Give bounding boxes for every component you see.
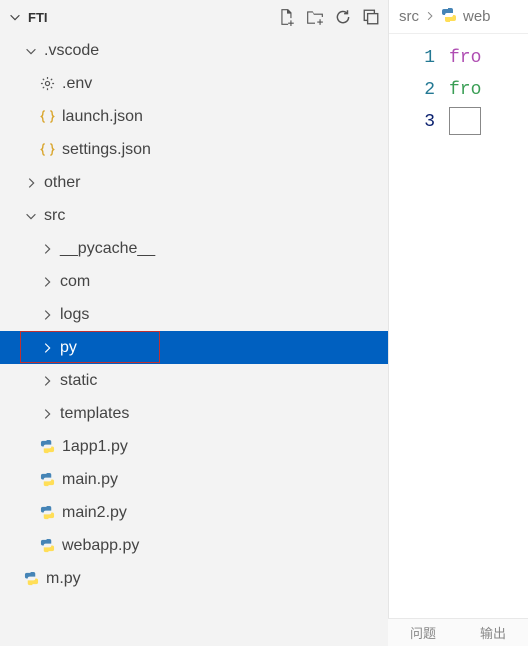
tree-item-label: __pycache__ bbox=[60, 240, 155, 258]
tree-item-label: static bbox=[60, 372, 97, 390]
explorer-sidebar: FTI .vscode .env launch.json settings.json o… bbox=[0, 0, 388, 646]
breadcrumb-seg[interactable]: src bbox=[399, 8, 419, 25]
panel-tab-problems[interactable]: 问题 bbox=[410, 623, 436, 642]
chevron-right-icon bbox=[425, 8, 435, 25]
py-icon bbox=[38, 504, 56, 522]
explorer-title: FTI bbox=[28, 10, 48, 25]
new-folder-icon[interactable] bbox=[306, 8, 324, 26]
tree-item-label: py bbox=[60, 339, 77, 357]
collapse-all-icon[interactable] bbox=[362, 8, 380, 26]
breadcrumb[interactable]: src web bbox=[389, 0, 528, 34]
tree-file[interactable]: m.py bbox=[0, 562, 388, 595]
tree-item-label: main.py bbox=[62, 471, 118, 489]
tree-folder[interactable]: .vscode bbox=[0, 34, 388, 67]
code-area[interactable]: 123 frofro bbox=[389, 34, 528, 138]
tree-item-label: 1app1.py bbox=[62, 438, 128, 456]
tree-item-label: .vscode bbox=[44, 42, 99, 60]
line-number: 3 bbox=[389, 106, 435, 138]
tree-item-label: webapp.py bbox=[62, 537, 139, 555]
tree-item-label: launch.json bbox=[62, 108, 143, 126]
tree-folder[interactable]: src bbox=[0, 199, 388, 232]
line-gutter: 123 bbox=[389, 42, 449, 138]
tree-file[interactable]: main.py bbox=[0, 463, 388, 496]
tree-folder[interactable]: py bbox=[0, 331, 388, 364]
gear-icon bbox=[38, 75, 56, 93]
python-icon bbox=[441, 7, 457, 27]
tree-file[interactable]: main2.py bbox=[0, 496, 388, 529]
tree-item-label: other bbox=[44, 174, 80, 192]
tree-item-label: src bbox=[44, 207, 65, 225]
panel-tab-output[interactable]: 输出 bbox=[480, 623, 506, 642]
chevron-down-icon bbox=[22, 207, 40, 225]
py-icon bbox=[22, 570, 40, 588]
code-content[interactable]: frofro bbox=[449, 42, 481, 138]
chevron-right-icon bbox=[38, 405, 56, 423]
tree-file[interactable]: launch.json bbox=[0, 100, 388, 133]
py-icon bbox=[38, 438, 56, 456]
tree-item-label: settings.json bbox=[62, 141, 151, 159]
py-icon bbox=[38, 471, 56, 489]
tree-file[interactable]: settings.json bbox=[0, 133, 388, 166]
py-icon bbox=[38, 537, 56, 555]
chevron-right-icon bbox=[38, 273, 56, 291]
explorer-title-wrap[interactable]: FTI bbox=[4, 8, 278, 26]
tree-folder[interactable]: other bbox=[0, 166, 388, 199]
code-line[interactable]: fro bbox=[449, 42, 481, 74]
breadcrumb-seg[interactable]: web bbox=[463, 8, 491, 25]
tree-folder[interactable]: com bbox=[0, 265, 388, 298]
line-number: 2 bbox=[389, 74, 435, 106]
explorer-header: FTI bbox=[0, 0, 388, 34]
chevron-right-icon bbox=[38, 240, 56, 258]
panel-tabs: 问题 输出 bbox=[388, 618, 528, 646]
tree-file[interactable]: .env bbox=[0, 67, 388, 100]
tree-item-label: main2.py bbox=[62, 504, 127, 522]
editor-pane: src web 123 frofro bbox=[388, 0, 528, 646]
tree-file[interactable]: 1app1.py bbox=[0, 430, 388, 463]
chevron-right-icon bbox=[38, 339, 56, 357]
explorer-actions bbox=[278, 8, 384, 26]
tree-item-label: .env bbox=[62, 75, 92, 93]
tree-folder[interactable]: __pycache__ bbox=[0, 232, 388, 265]
tree-item-label: logs bbox=[60, 306, 89, 324]
tree-file[interactable]: webapp.py bbox=[0, 529, 388, 562]
code-line[interactable] bbox=[449, 106, 481, 138]
chevron-right-icon bbox=[38, 372, 56, 390]
chevron-down-icon bbox=[22, 42, 40, 60]
chevron-down-icon bbox=[6, 8, 24, 26]
code-line[interactable]: fro bbox=[449, 74, 481, 106]
chevron-right-icon bbox=[38, 306, 56, 324]
tree-item-label: com bbox=[60, 273, 90, 291]
chevron-right-icon bbox=[22, 174, 40, 192]
line-number: 1 bbox=[389, 42, 435, 74]
tree-item-label: templates bbox=[60, 405, 129, 423]
tree-item-label: m.py bbox=[46, 570, 81, 588]
new-file-icon[interactable] bbox=[278, 8, 296, 26]
file-tree: .vscode .env launch.json settings.json other… bbox=[0, 34, 388, 595]
tree-folder[interactable]: static bbox=[0, 364, 388, 397]
refresh-icon[interactable] bbox=[334, 8, 352, 26]
json-icon bbox=[38, 141, 56, 159]
tree-folder[interactable]: templates bbox=[0, 397, 388, 430]
json-icon bbox=[38, 108, 56, 126]
tree-folder[interactable]: logs bbox=[0, 298, 388, 331]
